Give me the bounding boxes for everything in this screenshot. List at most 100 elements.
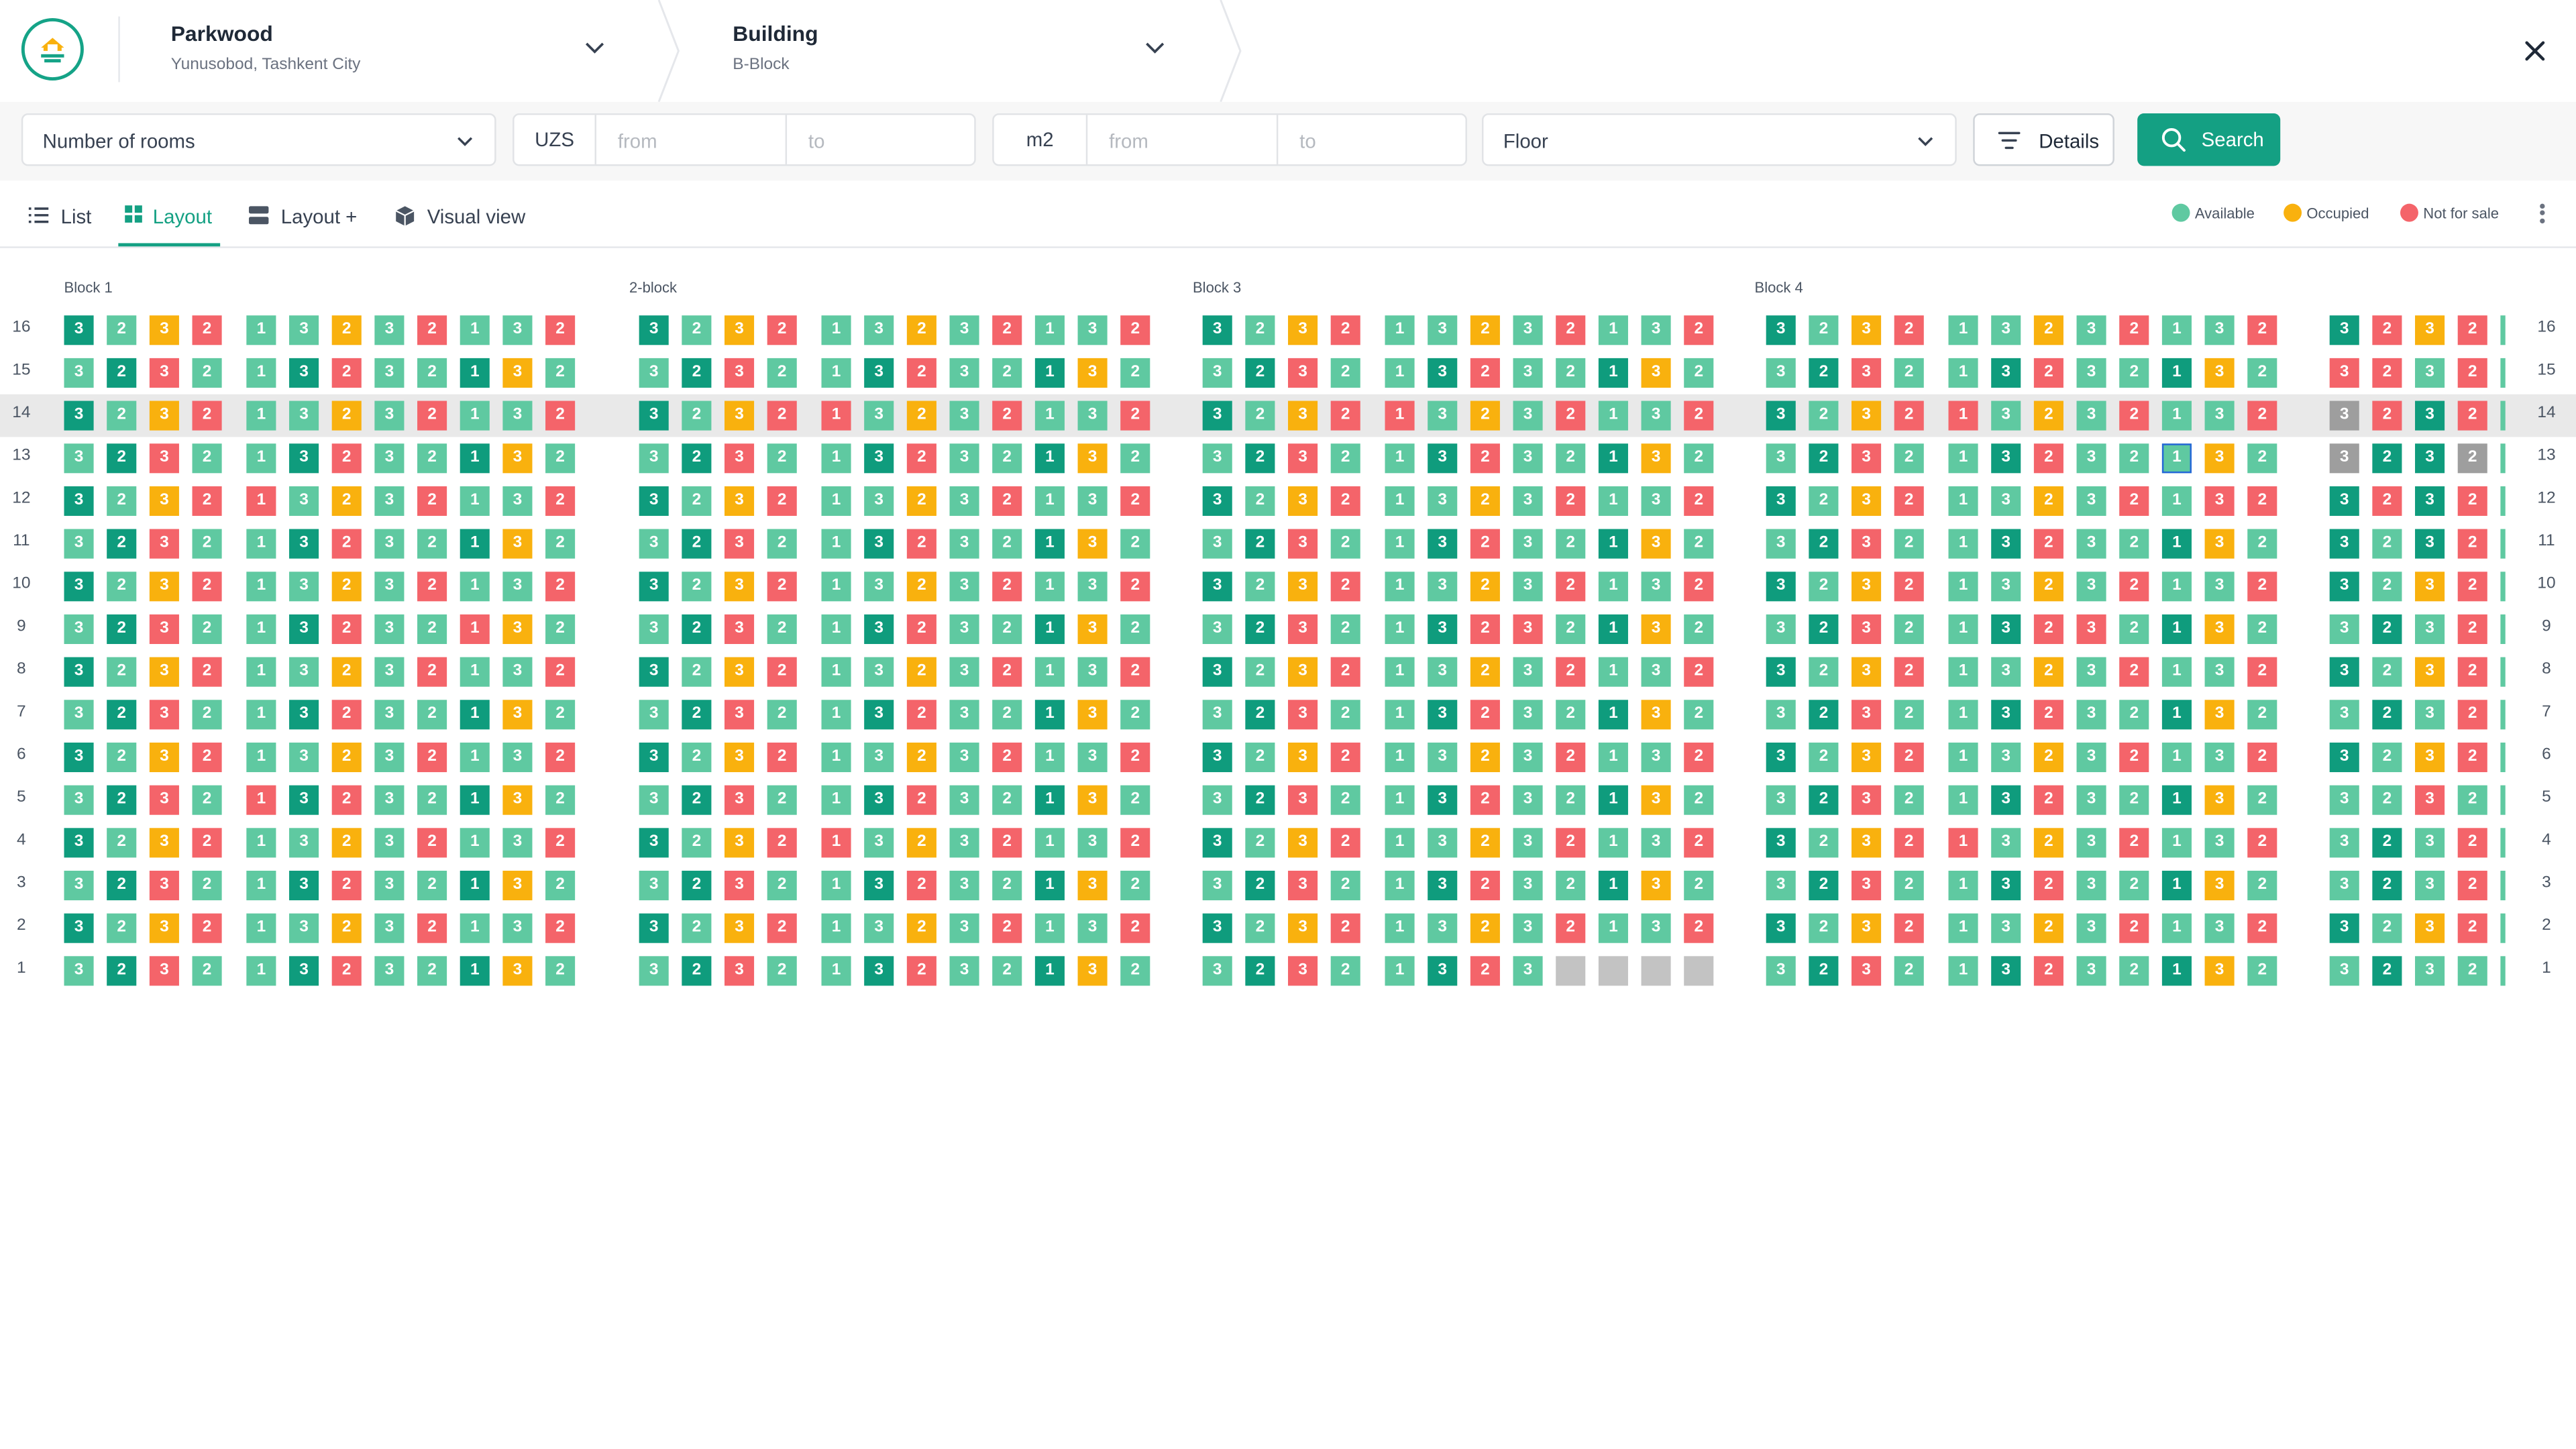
apartment-cell[interactable]: 3: [1766, 614, 1796, 645]
apartment-cell[interactable]: 1: [460, 742, 490, 773]
apartment-cell[interactable]: 2: [545, 529, 576, 559]
apartment-cell[interactable]: 3: [502, 742, 533, 773]
apartment-cell[interactable]: 1: [2161, 785, 2192, 815]
apartment-cell[interactable]: 2: [1684, 913, 1714, 943]
apartment-cell[interactable]: 2: [545, 443, 576, 474]
apartment-cell[interactable]: 2: [331, 657, 362, 687]
apartment-cell[interactable]: 2: [767, 614, 797, 645]
apartment-cell[interactable]: 2: [1470, 913, 1500, 943]
apartment-cell[interactable]: 1: [821, 956, 851, 986]
apartment-cell[interactable]: 1: [246, 614, 276, 645]
apartment-cell[interactable]: 2: [192, 742, 222, 773]
apartment-cell[interactable]: 3: [1766, 358, 1796, 388]
apartment-cell[interactable]: 3: [1288, 400, 1318, 431]
apartment-cell[interactable]: 2: [1330, 443, 1360, 474]
apartment-cell[interactable]: 2: [1470, 828, 1500, 858]
apartment-cell[interactable]: 3: [2076, 400, 2106, 431]
apartment-cell[interactable]: 3: [1513, 785, 1543, 815]
apartment-cell[interactable]: 2: [2119, 443, 2149, 474]
apartment-cell[interactable]: 1: [460, 870, 490, 901]
apartment-cell[interactable]: 2: [1120, 572, 1150, 602]
apartment-cell[interactable]: 2: [545, 913, 576, 943]
apartment-cell[interactable]: 2: [767, 529, 797, 559]
apartment-cell[interactable]: 2: [906, 614, 936, 645]
apartment-cell[interactable]: 1: [246, 913, 276, 943]
apartment-cell[interactable]: 3: [1991, 358, 2021, 388]
apartment-cell[interactable]: 3: [1202, 742, 1232, 773]
apartment-cell[interactable]: 3: [1991, 742, 2021, 773]
apartment-cell[interactable]: 3: [374, 828, 405, 858]
apartment-cell[interactable]: 3: [864, 486, 894, 516]
apartment-cell[interactable]: 2: [417, 443, 447, 474]
apartment-cell[interactable]: 1: [460, 443, 490, 474]
apartment-cell[interactable]: 3: [2204, 443, 2235, 474]
apartment-cell[interactable]: 3: [1428, 400, 1458, 431]
apartment-cell[interactable]: 2: [2033, 614, 2063, 645]
apartment-cell[interactable]: 3: [949, 486, 979, 516]
apartment-cell[interactable]: 3: [289, 870, 319, 901]
apartment-cell[interactable]: 1: [1948, 785, 1978, 815]
apartment-cell[interactable]: 1: [1034, 529, 1065, 559]
apartment-cell[interactable]: 2: [906, 443, 936, 474]
apartment-cell[interactable]: 3: [2329, 315, 2359, 345]
apartment-cell[interactable]: 2: [1330, 742, 1360, 773]
apartment-cell[interactable]: 3: [2076, 785, 2106, 815]
apartment-cell[interactable]: 1: [2161, 443, 2192, 474]
apartment-cell[interactable]: 3: [639, 913, 669, 943]
apartment-cell[interactable]: 2: [192, 956, 222, 986]
apartment-cell[interactable]: 2: [2119, 742, 2149, 773]
apartment-cell[interactable]: 3: [864, 700, 894, 730]
apartment-cell[interactable]: 2: [1120, 400, 1150, 431]
apartment-cell[interactable]: 3: [724, 614, 755, 645]
apartment-cell[interactable]: 2: [1120, 785, 1150, 815]
apartment-cell[interactable]: 1: [1598, 358, 1628, 388]
apartment-cell[interactable]: 2: [2247, 657, 2277, 687]
apartment-cell[interactable]: 3: [1077, 913, 1108, 943]
apartment-cell[interactable]: 3: [289, 614, 319, 645]
apartment-cell[interactable]: 2: [2033, 913, 2063, 943]
apartment-cell[interactable]: 1: [1034, 572, 1065, 602]
apartment-cell[interactable]: 2: [767, 742, 797, 773]
apartment-cell[interactable]: 3: [1513, 400, 1543, 431]
tab-layout-plus[interactable]: Layout +: [248, 180, 363, 246]
apartment-cell[interactable]: 2: [2247, 956, 2277, 986]
partial-apartment-cell[interactable]: [2500, 614, 2506, 645]
apartment-cell[interactable]: 2: [1470, 358, 1500, 388]
apartment-cell[interactable]: 2: [1894, 614, 1924, 645]
apartment-cell[interactable]: 3: [864, 572, 894, 602]
apartment-cell[interactable]: 2: [2119, 358, 2149, 388]
apartment-cell[interactable]: 2: [331, 614, 362, 645]
apartment-cell[interactable]: 1: [1034, 486, 1065, 516]
apartment-cell[interactable]: 3: [639, 657, 669, 687]
apartment-cell[interactable]: 1: [1948, 486, 1978, 516]
apartment-cell[interactable]: 3: [149, 785, 179, 815]
apartment-cell[interactable]: 2: [1245, 572, 1275, 602]
apartment-cell[interactable]: 2: [1684, 400, 1714, 431]
apartment-cell[interactable]: 3: [289, 486, 319, 516]
apartment-cell[interactable]: 2: [192, 870, 222, 901]
apartment-cell[interactable]: 3: [64, 358, 94, 388]
apartment-cell[interactable]: 3: [864, 614, 894, 645]
apartment-cell[interactable]: 3: [724, 956, 755, 986]
apartment-cell[interactable]: 3: [374, 657, 405, 687]
apartment-cell[interactable]: 2: [417, 358, 447, 388]
apartment-cell[interactable]: 2: [906, 529, 936, 559]
apartment-cell[interactable]: 3: [1513, 529, 1543, 559]
apartment-cell[interactable]: 2: [1245, 742, 1275, 773]
apartment-cell[interactable]: 2: [2457, 700, 2487, 730]
apartment-cell[interactable]: 2: [192, 315, 222, 345]
apartment-cell[interactable]: 1: [1598, 529, 1628, 559]
apartment-cell[interactable]: 2: [2457, 614, 2487, 645]
apartment-cell[interactable]: 1: [1598, 700, 1628, 730]
apartment-cell[interactable]: 3: [64, 956, 94, 986]
apartment-cell[interactable]: 2: [992, 315, 1022, 345]
apartment-cell[interactable]: 1: [2161, 828, 2192, 858]
apartment-cell[interactable]: 3: [64, 828, 94, 858]
apartment-cell[interactable]: 3: [374, 572, 405, 602]
apartment-cell[interactable]: 3: [502, 614, 533, 645]
apartment-cell[interactable]: 2: [1245, 529, 1275, 559]
apartment-cell[interactable]: 2: [992, 443, 1022, 474]
apartment-cell[interactable]: 1: [1948, 913, 1978, 943]
apartment-cell[interactable]: 1: [460, 657, 490, 687]
apartment-cell[interactable]: 2: [1245, 315, 1275, 345]
